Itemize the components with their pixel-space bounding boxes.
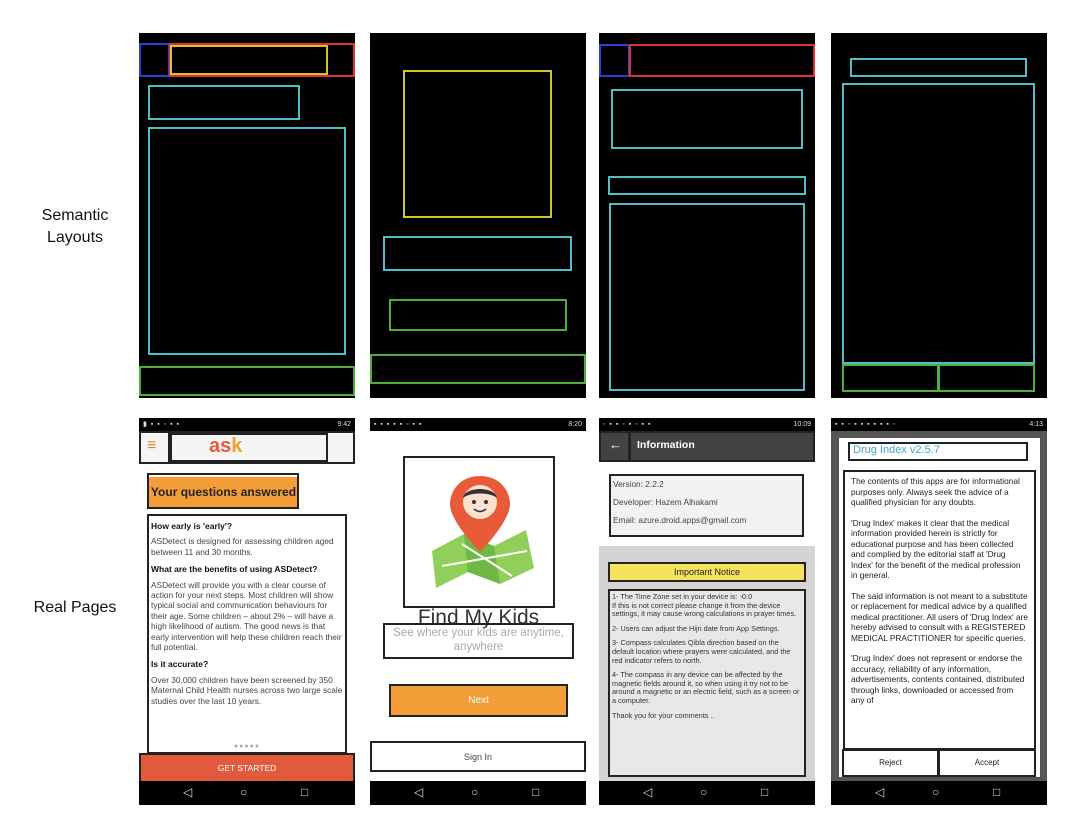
layout-box-accept — [938, 364, 1035, 392]
system-nav-bar: ◁ ○ □ — [139, 781, 355, 805]
map-pin-icon — [432, 476, 534, 588]
nav-back-icon[interactable]: ◁ — [414, 785, 423, 799]
important-notice-title: Important Notice — [609, 563, 805, 581]
disclaimer-para-3: The said information is not meant to a s… — [851, 590, 1029, 643]
page-title: Information — [637, 439, 695, 451]
layout-box-info — [611, 89, 803, 149]
hamburger-menu-icon[interactable]: ≡ — [147, 437, 156, 455]
nav-back-icon[interactable]: ◁ — [183, 785, 192, 799]
accept-button[interactable]: Accept — [939, 750, 1035, 775]
get-started-button[interactable]: GET STARTED — [139, 755, 355, 781]
nav-recent-icon[interactable]: □ — [532, 785, 539, 799]
notice-body: 1- The Time Zone set in your device is: … — [609, 590, 805, 776]
faq-heading-1: How early is 'early'? — [151, 521, 233, 531]
layout-box-menu — [139, 43, 170, 77]
nav-back-icon[interactable]: ◁ — [875, 785, 884, 799]
nav-recent-icon[interactable]: □ — [301, 785, 308, 799]
faq-heading-3: Is it accurate? — [151, 659, 209, 670]
nav-recent-icon[interactable]: □ — [761, 785, 768, 799]
system-nav-bar: ◁ ○ □ — [599, 781, 815, 805]
nav-home-icon[interactable]: ○ — [240, 785, 247, 799]
layout-box-notice-title — [608, 176, 806, 195]
app-info-block: Version: 2.2.2 Developer: Hazem Alhakami… — [610, 475, 803, 536]
notice-item-4: 4- The compass in any device can be affe… — [612, 670, 800, 705]
real-page-1: ▮ ▪ ▪ ◦ ▪ ▪ 9:42 ≡ ask Your questions ans… — [139, 418, 355, 805]
layout-box-text — [148, 127, 346, 355]
real-page-2: ▪ ▪ ▪ ▪ ▪ ◦ ▪ ▪ 8:20 Find My Kids See whe… — [370, 418, 586, 805]
real-page-3: ◦ ▪ ▪ ◦ ▪ ◦ ▪ ▪ 10:09 ← Information Versi… — [599, 418, 815, 805]
nav-back-icon[interactable]: ◁ — [643, 785, 652, 799]
layout-box-signin — [370, 354, 586, 384]
layout-box-title — [850, 58, 1027, 77]
disclaimer-body[interactable]: The contents of this apps are for inform… — [845, 473, 1035, 741]
system-nav-bar: ◁ ○ □ — [831, 781, 1047, 805]
ask-logo: ask — [209, 435, 243, 457]
back-arrow-icon[interactable]: ← — [609, 437, 622, 452]
reject-button[interactable]: Reject — [843, 750, 938, 775]
faq-body-3: Over 30,000 children have been screened … — [151, 674, 343, 706]
layout-box-next — [389, 299, 567, 331]
row-label-real-pages: Real Pages — [33, 599, 117, 616]
developer-text: Developer: Hazem Alhakami — [613, 497, 718, 507]
page-indicator-dots: ●●●●● — [233, 743, 261, 750]
semantic-layout-2 — [370, 33, 586, 398]
semantic-layout-3 — [599, 33, 815, 398]
faq-text: How early is 'early'? ASDetect is design… — [148, 516, 346, 752]
faq-heading-2: What are the benefits of using ASDetect? — [151, 564, 318, 575]
row-label-semantic-layouts: Semantic Layouts — [41, 207, 109, 246]
status-bar: ▪ ▪ ▪ ▪ ▪ ◦ ▪ ▪ 8:20 — [370, 418, 586, 431]
sign-in-button[interactable]: Sign In — [370, 743, 586, 771]
notice-item-3: 3- Compass calculates Qibla direction ba… — [612, 638, 791, 665]
version-text: Version: 2.2.2 — [613, 479, 664, 489]
layout-box-logo — [170, 45, 328, 75]
layout-box-notice-body — [609, 203, 805, 391]
next-button[interactable]: Next — [390, 685, 567, 717]
layout-box-tagline — [383, 236, 572, 271]
nav-home-icon[interactable]: ○ — [700, 785, 707, 799]
find-my-kids-logo: Find My Kids — [402, 456, 555, 629]
nav-recent-icon[interactable]: □ — [993, 785, 1000, 799]
layout-box-button — [139, 366, 355, 396]
layout-box-back — [599, 44, 630, 77]
layout-box-toolbar — [629, 44, 815, 77]
layout-box-logo — [403, 70, 552, 218]
faq-body-2: ASDetect will provide you with a clear c… — [151, 579, 342, 653]
status-bar: ▪ ▪ ◦ ▪ ▪ ▪ ▪ ▪ ▪ ◦ 4:13 — [831, 418, 1047, 431]
notice-item-2: 2- Users can adjust the Hijri date from … — [612, 623, 780, 633]
layout-box-reject — [842, 364, 939, 392]
real-page-4: ▪ ▪ ◦ ▪ ▪ ▪ ▪ ▪ ▪ ◦ 4:13 Drug Index v2.5.… — [831, 418, 1047, 805]
system-nav-bar: ◁ ○ □ — [370, 781, 586, 805]
semantic-layout-4 — [831, 33, 1047, 398]
nav-home-icon[interactable]: ○ — [932, 785, 939, 799]
disclaimer-para-4: 'Drug Index' does not represent or endor… — [851, 653, 1025, 705]
nav-home-icon[interactable]: ○ — [471, 785, 478, 799]
layout-box-hero — [148, 85, 300, 120]
notice-item-5: Thank you for your comments .. — [612, 710, 715, 720]
status-bar: ◦ ▪ ▪ ◦ ▪ ◦ ▪ ▪ 10:09 — [599, 418, 815, 431]
disclaimer-para-1: The contents of this apps are for inform… — [851, 476, 1020, 507]
disclaimer-para-2: 'Drug Index' makes it clear that the med… — [851, 517, 1021, 581]
email-text[interactable]: Email: azure.droid.apps@gmail.com — [613, 515, 800, 525]
notice-item-1: 1- The Time Zone set in your device is: … — [612, 592, 797, 619]
tagline-text: See where your kids are anytime, anywher… — [393, 627, 564, 653]
layout-box-body — [842, 83, 1035, 364]
faq-body-1: ASDetect is designed for assessing child… — [151, 536, 334, 557]
app-toolbar: ≡ ask — [139, 431, 355, 464]
semantic-layout-1 — [139, 33, 355, 398]
dialog-title: Drug Index v2.5.7 — [853, 444, 940, 456]
app-toolbar: ← Information — [599, 431, 815, 461]
hero-heading: Your questions answered — [149, 477, 298, 507]
status-bar: ▮ ▪ ▪ ◦ ▪ ▪ 9:42 — [139, 418, 355, 431]
